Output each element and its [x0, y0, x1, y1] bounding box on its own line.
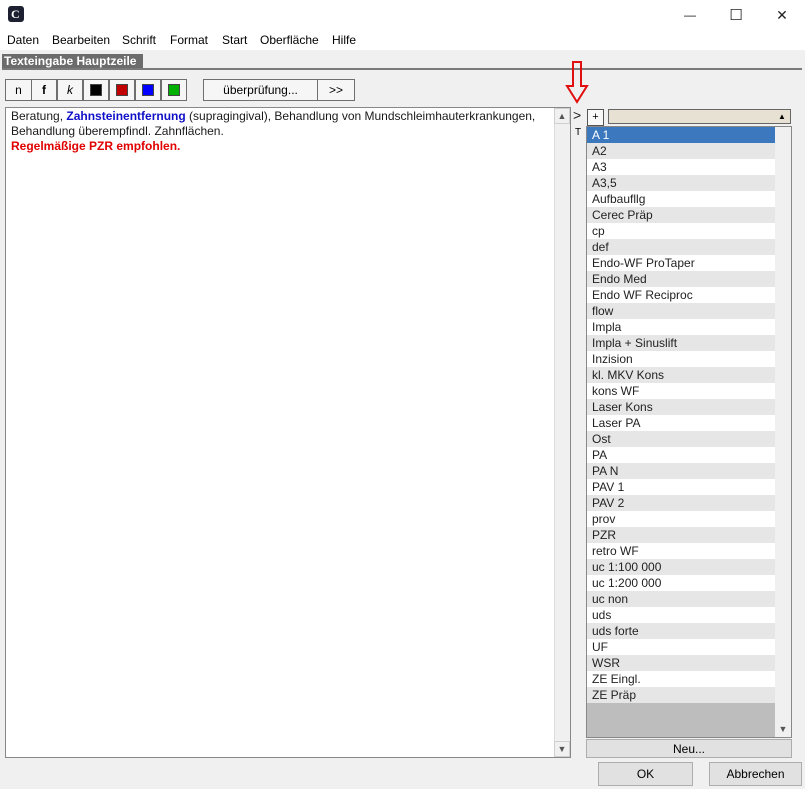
new-entry-button[interactable]: Neu...	[586, 739, 792, 758]
list-item[interactable]: uds forte	[587, 623, 775, 639]
list-item[interactable]: uc 1:200 000	[587, 575, 775, 591]
list-item[interactable]: uc non	[587, 591, 775, 607]
italic-font-button[interactable]: k	[57, 79, 83, 101]
menu-format[interactable]: Format	[170, 33, 208, 47]
list-item[interactable]: A3	[587, 159, 775, 175]
list-item[interactable]: PAV 1	[587, 479, 775, 495]
cancel-button-label: Abbrechen	[726, 767, 785, 781]
t-label: T	[575, 127, 582, 138]
color-red-button[interactable]	[109, 79, 135, 101]
ok-button-label: OK	[636, 767, 655, 781]
next-button-label: >>	[328, 83, 343, 97]
minimize-button[interactable]: —	[667, 0, 713, 30]
maximize-icon: ☐	[729, 7, 743, 24]
color-green-swatch	[168, 84, 180, 96]
menu-schrift[interactable]: Schrift	[122, 33, 156, 47]
check-button-label: überprüfung...	[223, 83, 298, 97]
chevron-right-icon[interactable]: >	[573, 107, 581, 123]
list-item[interactable]: kons WF	[587, 383, 775, 399]
editor-scroll-up-icon[interactable]: ▲	[554, 108, 570, 124]
bold-font-button[interactable]: f	[31, 79, 57, 101]
section-divider	[2, 68, 802, 70]
list-item[interactable]: PA N	[587, 463, 775, 479]
list-item[interactable]: ZE Eingl.	[587, 671, 775, 687]
list-item[interactable]: PAV 2	[587, 495, 775, 511]
app-icon: C	[8, 6, 24, 22]
add-entry-button[interactable]: +	[587, 109, 604, 126]
editor-text-highlight-red: Regelmäßige PZR empfohlen.	[11, 139, 181, 153]
check-button[interactable]: überprüfung...	[203, 79, 318, 101]
editor-scrollbar[interactable]	[554, 108, 570, 757]
list-item[interactable]: ZE Präp	[587, 687, 775, 703]
list-item[interactable]: prov	[587, 511, 775, 527]
editor-text[interactable]: Beratung, Zahnsteinentfernung (supraging…	[11, 109, 551, 154]
list-item[interactable]: retro WF	[587, 543, 775, 559]
list-item[interactable]: kl. MKV Kons	[587, 367, 775, 383]
menu-daten[interactable]: Daten	[7, 33, 39, 47]
list-item[interactable]: Aufbaufllg	[587, 191, 775, 207]
list-item[interactable]: flow	[587, 303, 775, 319]
list-item[interactable]: Laser Kons	[587, 399, 775, 415]
list-item[interactable]: uc 1:100 000	[587, 559, 775, 575]
normal-font-label: n	[15, 83, 22, 97]
list-item[interactable]: Endo WF Reciproc	[587, 287, 775, 303]
text-module-list[interactable]: A 1 A2 A3 A3,5 Aufbaufllg Cerec Präp cp def Endo…	[586, 126, 792, 738]
list-item[interactable]: uds	[587, 607, 775, 623]
list-item[interactable]: UF	[587, 639, 775, 655]
menu-hilfe[interactable]: Hilfe	[332, 33, 356, 47]
menu-start[interactable]: Start	[222, 33, 247, 47]
list-items: A 1 A2 A3 A3,5 Aufbaufllg Cerec Präp cp def Endo…	[587, 127, 775, 703]
list-item[interactable]: Ost	[587, 431, 775, 447]
list-item[interactable]: Inzision	[587, 351, 775, 367]
close-icon: ✕	[776, 6, 788, 23]
maximize-button[interactable]: ☐	[713, 0, 759, 30]
list-item[interactable]: Impla	[587, 319, 775, 335]
italic-font-label: k	[67, 83, 73, 97]
list-item[interactable]: WSR	[587, 655, 775, 671]
editor-scroll-down-icon[interactable]: ▼	[554, 741, 570, 757]
color-red-swatch	[116, 84, 128, 96]
list-item[interactable]: Endo-WF ProTaper	[587, 255, 775, 271]
list-scrollbar[interactable]: ▼	[775, 127, 791, 737]
text-editor[interactable]	[5, 107, 571, 758]
new-entry-label: Neu...	[672, 741, 705, 756]
list-item[interactable]: Laser PA	[587, 415, 775, 431]
menu-bearbeiten[interactable]: Bearbeiten	[52, 33, 110, 47]
list-item[interactable]: Impla + Sinuslift	[587, 335, 775, 351]
category-dropdown[interactable]: ▲	[608, 109, 791, 124]
color-blue-button[interactable]	[135, 79, 161, 101]
minimize-icon: —	[684, 8, 696, 22]
menu-bar	[0, 30, 805, 50]
list-scroll-down-icon[interactable]: ▼	[775, 721, 791, 737]
list-item[interactable]: PA	[587, 447, 775, 463]
menu-oberflaeche[interactable]: Oberfläche	[260, 33, 319, 47]
close-button[interactable]: ✕	[759, 0, 805, 30]
plus-icon: +	[592, 111, 599, 123]
next-button[interactable]: >>	[317, 79, 355, 101]
list-item[interactable]: def	[587, 239, 775, 255]
list-item[interactable]: cp	[587, 223, 775, 239]
list-item[interactable]: Cerec Präp	[587, 207, 775, 223]
bold-font-label: f	[42, 83, 46, 97]
list-item[interactable]: A3,5	[587, 175, 775, 191]
list-item[interactable]: A2	[587, 143, 775, 159]
color-green-button[interactable]	[161, 79, 187, 101]
app-icon-letter: C	[11, 7, 20, 21]
color-blue-swatch	[142, 84, 154, 96]
list-item[interactable]: A 1	[587, 127, 775, 143]
color-black-button[interactable]	[83, 79, 109, 101]
editor-text-normal: Beratung,	[11, 109, 67, 123]
list-item[interactable]: Endo Med	[587, 271, 775, 287]
editor-text-highlight-blue: Zahnsteinentfernung	[66, 109, 186, 123]
down-arrow-icon	[565, 61, 589, 104]
cancel-button[interactable]: Abbrechen	[709, 762, 802, 786]
dropdown-arrow-icon[interactable]: ▲	[775, 110, 789, 123]
section-label: Texteingabe Hauptzeile	[2, 54, 143, 68]
normal-font-button[interactable]: n	[5, 79, 32, 101]
list-item[interactable]: PZR	[587, 527, 775, 543]
ok-button[interactable]: OK	[598, 762, 693, 786]
color-black-swatch	[90, 84, 102, 96]
